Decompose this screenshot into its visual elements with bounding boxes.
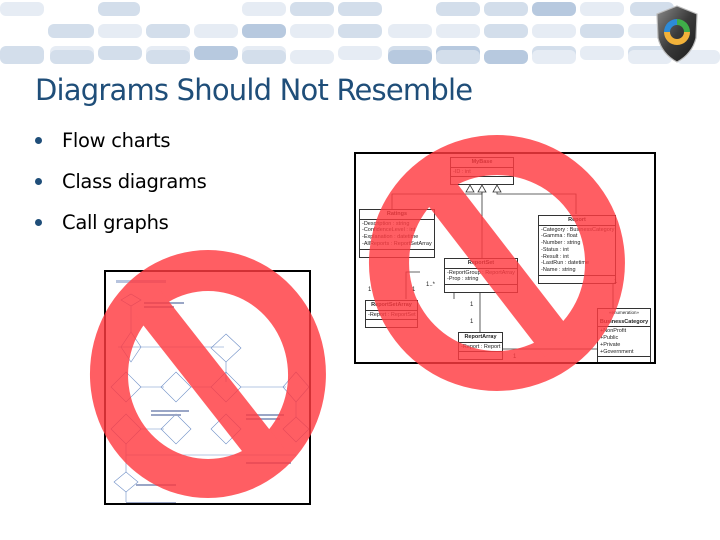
flow-chart-image xyxy=(104,270,311,505)
uml-attribute: +Private xyxy=(600,341,621,348)
uml-class-name: ReportSet xyxy=(445,259,517,269)
uml-attribute: +Government xyxy=(600,348,634,355)
banner-pill xyxy=(580,2,624,16)
banner-pill xyxy=(98,24,142,38)
banner-pill xyxy=(242,24,286,38)
banner-pill xyxy=(436,2,480,16)
uml-class-reportset: ReportSet -ReportGroup : ReportArray -Pr… xyxy=(444,258,518,294)
multiplicity-label: 1 xyxy=(412,287,416,293)
uml-class-reportsetarray: ReportSetArray -Report : ReportSet xyxy=(365,300,418,329)
banner-pill xyxy=(0,50,44,64)
banner-pill xyxy=(194,24,238,38)
banner-pill xyxy=(98,46,142,60)
bullet-item: Flow charts xyxy=(35,124,207,165)
banner-pill xyxy=(532,50,576,64)
banner-pill xyxy=(290,50,334,64)
bullet-text: Call graphs xyxy=(62,211,169,234)
banner-pill xyxy=(242,50,286,64)
uml-attribute: -Description : string xyxy=(362,220,410,227)
banner-pill xyxy=(484,50,528,64)
banner-pill xyxy=(388,50,432,64)
multiplicity-label: 1 xyxy=(368,287,372,293)
uml-attribute: -LastRun : datetime xyxy=(541,260,589,267)
banner-pill xyxy=(532,24,576,38)
banner-pill xyxy=(338,46,382,60)
uml-class-name: Report xyxy=(539,216,615,226)
banner-pill xyxy=(0,2,44,16)
banner-pill xyxy=(388,24,432,38)
uml-attribute: -Report : ReportSet xyxy=(366,311,417,321)
bullet-item: Class diagrams xyxy=(35,165,207,206)
bullet-text: Flow charts xyxy=(62,129,171,152)
uml-attribute: -Name : string xyxy=(541,266,576,273)
uml-class-report: Report -Category : BusinessCategory -Gam… xyxy=(538,215,616,284)
banner-pill xyxy=(194,46,238,60)
bullet-list: Flow charts Class diagrams Call graphs xyxy=(35,124,207,247)
multiplicity-label: 1 xyxy=(513,354,517,360)
bullet-dot-icon xyxy=(35,178,42,185)
banner-pill xyxy=(338,2,382,16)
shield-cycle-logo-icon xyxy=(656,5,698,63)
uml-stereotype: «enumeration» xyxy=(608,310,640,315)
uml-attribute: -Gamma : float xyxy=(541,233,578,240)
uml-class-name: MyBase xyxy=(451,158,513,168)
banner-pill xyxy=(290,24,334,38)
uml-attribute: -ConfidenceLevel : int xyxy=(362,227,416,234)
uml-attribute: -Prop : string xyxy=(447,276,479,283)
uml-attribute: -Number : string xyxy=(541,240,581,247)
bullet-text: Class diagrams xyxy=(62,170,207,193)
banner-pill xyxy=(580,24,624,38)
banner-pill xyxy=(436,24,480,38)
banner-pill xyxy=(242,2,286,16)
flow-chart-graphic xyxy=(110,280,309,503)
uml-attribute: -Result : int xyxy=(541,253,569,260)
uml-attribute: -AllReports : ReportSetArray xyxy=(362,240,432,247)
uml-class-name: Ratings xyxy=(360,210,434,220)
banner-pill xyxy=(50,50,94,64)
bullet-dot-icon xyxy=(35,137,42,144)
banner-pill xyxy=(338,24,382,38)
banner-pill xyxy=(98,2,140,16)
uml-class-ratings: Ratings -Description : string -Confidenc… xyxy=(359,209,435,258)
uml-attribute: -Category : BusinessCategory xyxy=(541,226,615,233)
multiplicity-label: 1 xyxy=(614,279,618,285)
uml-attribute: -ReportGroup : ReportArray xyxy=(447,269,515,276)
uml-attribute: +NonProfit xyxy=(600,328,627,335)
uml-attribute: -ID : int xyxy=(451,168,513,178)
multiplicity-label: 1 xyxy=(470,302,474,308)
bullet-dot-icon xyxy=(35,219,42,226)
bullet-item: Call graphs xyxy=(35,206,207,247)
multiplicity-label: 1 xyxy=(470,319,474,325)
banner-pill xyxy=(146,50,190,64)
uml-class-name: ReportArray xyxy=(459,333,502,343)
multiplicity-label: 1..* xyxy=(426,282,436,288)
banner-pill xyxy=(580,46,624,60)
banner-pill xyxy=(532,2,576,16)
banner-pill xyxy=(436,50,480,64)
class-diagram-image: MyBase -ID : int Ratings -Description : … xyxy=(354,152,656,364)
uml-attribute: -Report : Report xyxy=(459,343,502,353)
uml-class-name: BusinessCategory xyxy=(598,318,650,328)
uml-enum-businesscategory: «enumeration» BusinessCategory +NonProfi… xyxy=(597,308,651,362)
uml-attribute: -Status : int xyxy=(541,246,569,253)
slide-title: Diagrams Should Not Resemble xyxy=(35,73,473,107)
header-banner xyxy=(0,0,720,70)
banner-pill xyxy=(484,2,528,16)
banner-pill xyxy=(484,24,528,38)
banner-pill xyxy=(290,2,334,16)
uml-attribute: -Explanation : datetime xyxy=(362,234,419,241)
uml-class-name: ReportSetArray xyxy=(366,301,417,311)
banner-pill xyxy=(146,24,190,38)
uml-class-reportarray: ReportArray -Report : Report xyxy=(458,332,503,361)
uml-attribute: +Public xyxy=(600,335,619,342)
banner-pill xyxy=(48,24,94,38)
uml-class-mybase: MyBase -ID : int xyxy=(450,157,514,186)
